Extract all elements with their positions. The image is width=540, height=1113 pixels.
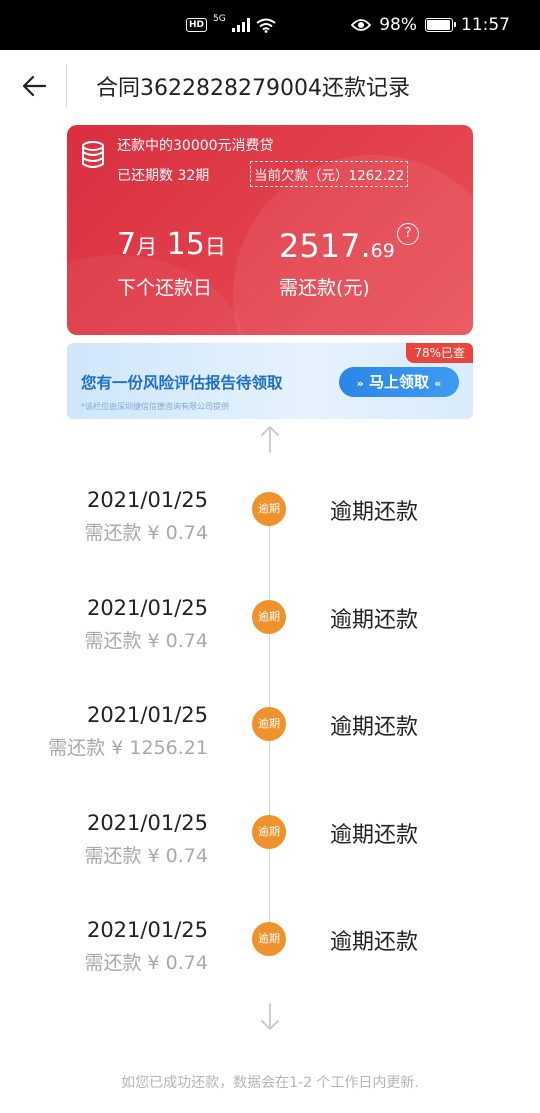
signal-icon: [231, 18, 250, 32]
status-bar: HD 5G 98% 11:57: [0, 0, 540, 50]
arrow-up-icon: [261, 426, 279, 453]
coin-stack-icon: [82, 141, 104, 168]
record-date: 2021/01/25: [86, 703, 208, 727]
record-status: 逾期还款: [330, 608, 419, 633]
wifi-icon: [256, 18, 276, 33]
claim-report-label: 马上领取: [368, 373, 429, 391]
next-date-day-unit: 日: [204, 235, 226, 259]
overdue-badge: 逾期: [252, 600, 286, 634]
hd-icon: HD: [186, 18, 208, 32]
next-repayment-date: 7月 15日: [117, 227, 226, 262]
loan-description: 还款中的30000元消费贷: [117, 138, 274, 154]
nav-bar: 合同3622828279004还款记录: [0, 50, 540, 120]
claim-report-button[interactable]: » 马上领取 «: [339, 367, 459, 397]
repayment-record[interactable]: 2021/01/25 需还款 ¥ 0.74 逾期 逾期还款: [0, 596, 540, 666]
arrow-down-icon: [261, 1003, 279, 1030]
banner-title: 您有一份风险评估报告待领取: [81, 374, 283, 392]
help-icon[interactable]: ?: [397, 223, 419, 245]
record-amount: 需还款 ¥ 0.74: [84, 952, 208, 974]
battery-fill: [427, 20, 451, 30]
back-button[interactable]: [14, 68, 54, 104]
record-amount: 需还款 ¥ 0.74: [84, 630, 208, 652]
next-date-label: 下个还款日: [117, 277, 213, 299]
overdue-badge: 逾期: [252, 492, 286, 526]
risk-report-banner[interactable]: 您有一份风险评估报告待领取 *该栏位由深圳捷信信德咨询有限公司提供 » 马上领取…: [67, 343, 473, 419]
overdue-badge: 逾期: [252, 815, 286, 849]
viewed-percent-badge: 78%已查: [406, 343, 473, 363]
repayment-record[interactable]: 2021/01/25 需还款 ¥ 0.74 逾期 逾期还款: [0, 488, 540, 558]
current-owed: 当前欠款（元）1262.22: [250, 161, 409, 187]
record-date: 2021/01/25: [86, 811, 208, 835]
footer-note: 如您已成功还款，数据会在1-2 个工作日内更新.: [121, 1075, 419, 1091]
banner-note: *该栏位由深圳捷信信德咨询有限公司提供: [81, 402, 229, 411]
battery-percent: 98%: [379, 15, 417, 35]
amount-due-label: 需还款(元): [279, 277, 370, 299]
chevrons-right-icon: »: [356, 377, 364, 390]
amount-due: 2517.69: [279, 227, 395, 265]
record-status: 逾期还款: [330, 930, 419, 955]
record-amount: 需还款 ¥ 1256.21: [48, 737, 208, 759]
arrow-left-icon: [22, 75, 47, 97]
record-date: 2021/01/25: [86, 596, 208, 620]
nav-divider: [66, 64, 67, 108]
overdue-badge: 逾期: [252, 707, 286, 741]
clock: 11:57: [461, 15, 510, 35]
record-amount: 需还款 ¥ 0.74: [84, 522, 208, 544]
repayment-record[interactable]: 2021/01/25 需还款 ¥ 0.74 逾期 逾期还款: [0, 811, 540, 881]
record-status: 逾期还款: [330, 823, 419, 848]
eye-icon: [351, 19, 372, 31]
record-status: 逾期还款: [330, 500, 419, 525]
amount-integer: 2517.: [279, 227, 371, 265]
status-icons: HD 5G: [186, 0, 276, 50]
repayment-record[interactable]: 2021/01/25 需还款 ¥ 0.74 逾期 逾期还款: [0, 918, 540, 988]
loan-summary-card: 还款中的30000元消费贷 已还期数 32期 当前欠款（元）1262.22 7月…: [67, 125, 473, 335]
repayment-record[interactable]: 2021/01/25 需还款 ¥ 1256.21 逾期 逾期还款: [0, 703, 540, 773]
overdue-badge: 逾期: [252, 922, 286, 956]
chevrons-left-icon: «: [434, 377, 442, 390]
next-date-month: 7: [117, 227, 137, 262]
record-status: 逾期还款: [330, 715, 419, 740]
record-date: 2021/01/25: [86, 918, 208, 942]
battery-icon: [425, 18, 456, 32]
next-date-month-unit: 月: [136, 235, 158, 259]
record-date: 2021/01/25: [86, 488, 208, 512]
network-label: 5G: [213, 14, 226, 24]
record-amount: 需还款 ¥ 0.74: [84, 845, 208, 867]
paid-periods: 已还期数 32期: [117, 168, 210, 184]
next-date-day: 15: [166, 227, 205, 262]
amount-decimal: 69: [370, 240, 395, 262]
page-title: 合同3622828279004还款记录: [96, 76, 410, 101]
